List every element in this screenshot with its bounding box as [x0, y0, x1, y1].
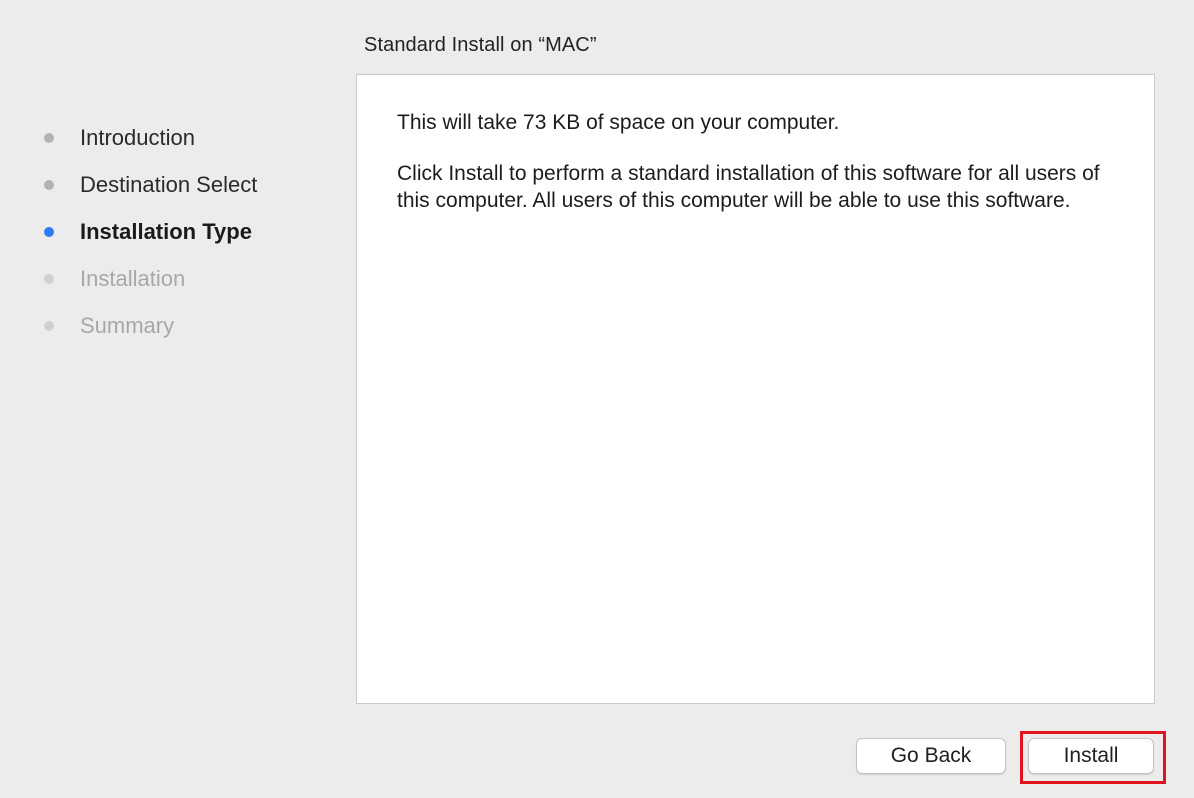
- content-text: This will take 73 KB of space on your co…: [397, 109, 1127, 238]
- installer-steps-list: Introduction Destination Select Installa…: [44, 114, 257, 349]
- step-label: Summary: [80, 312, 175, 338]
- step-introduction: Introduction: [44, 114, 257, 161]
- content-panel: This will take 73 KB of space on your co…: [356, 74, 1155, 704]
- step-installation: Installation: [44, 255, 257, 302]
- step-label: Destination Select: [80, 171, 258, 197]
- space-notice: This will take 73 KB of space on your co…: [397, 111, 840, 134]
- installer-window: Standard Install on “MAC” Introduction D…: [0, 0, 1194, 798]
- go-back-button[interactable]: Go Back: [856, 738, 1006, 774]
- step-installation-type: Installation Type: [44, 208, 257, 255]
- step-destination-select: Destination Select: [44, 161, 257, 208]
- step-label: Installation Type: [80, 218, 252, 244]
- step-indicator-dot: [44, 132, 54, 143]
- step-label: Installation: [80, 265, 186, 291]
- install-description: Click Install to perform a standard inst…: [397, 162, 1100, 212]
- step-indicator-dot: [44, 273, 54, 284]
- step-indicator-dot: [44, 320, 54, 331]
- install-button[interactable]: Install: [1028, 738, 1154, 774]
- step-summary: Summary: [44, 302, 257, 349]
- panel-title: Standard Install on “MAC”: [364, 34, 597, 56]
- step-label: Introduction: [80, 124, 195, 150]
- step-indicator-dot: [44, 179, 54, 190]
- step-indicator-dot-active: [44, 226, 54, 237]
